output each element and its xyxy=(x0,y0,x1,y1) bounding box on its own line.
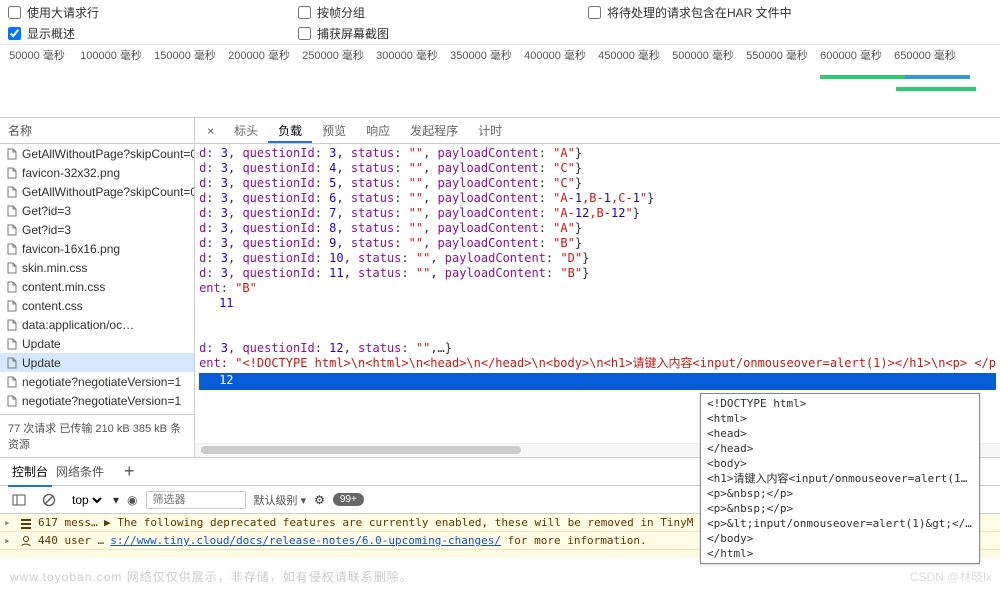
detail-tab[interactable]: 负载 xyxy=(268,121,312,143)
add-tab-icon[interactable]: + xyxy=(124,461,135,482)
drawer-tab[interactable]: 网络条件 xyxy=(52,459,108,485)
console-filter-input[interactable] xyxy=(146,491,246,509)
chk-capture-screens[interactable]: 捕获屏幕截图 xyxy=(298,25,572,42)
request-row[interactable]: negotiate?negotiateVersion=1 xyxy=(0,391,194,410)
chk-big-rows[interactable]: 使用大请求行 xyxy=(8,4,282,21)
request-row[interactable]: favicon-32x32.png xyxy=(0,163,194,182)
chk-include-har[interactable]: 将待处理的请求包含在HAR 文件中 xyxy=(588,4,992,21)
request-list-header: 名称 xyxy=(0,118,194,144)
request-row[interactable]: skin.min.css xyxy=(0,258,194,277)
request-row[interactable]: negotiate?negotiateVersion=1 xyxy=(0,372,194,391)
csdn-credit: CSDN @林晓lx xyxy=(910,568,992,585)
request-list: 名称 GetAllWithoutPage?skipCount=0&maxRfav… xyxy=(0,118,195,457)
settings-icon[interactable]: ⚙ xyxy=(314,493,325,507)
request-row[interactable]: content.css xyxy=(0,296,194,315)
drawer-tab[interactable]: 控制台 xyxy=(8,459,52,487)
request-row[interactable]: Update xyxy=(0,353,194,372)
request-row[interactable]: GetAllWithoutPage?skipCount=0&maxR xyxy=(0,144,194,163)
request-row[interactable]: favicon-16x16.png xyxy=(0,239,194,258)
chk-group-frame[interactable]: 按帧分组 xyxy=(298,4,572,21)
chk-overview[interactable]: 显示概述 xyxy=(8,25,282,42)
close-icon[interactable]: × xyxy=(201,124,220,138)
request-row[interactable]: Get?id=3 xyxy=(0,201,194,220)
detail-tab[interactable]: 发起程序 xyxy=(400,121,468,141)
request-row[interactable]: data:application/oc… xyxy=(0,315,194,334)
request-row[interactable]: GetAllWithoutPage?skipCount=0&maxR xyxy=(0,182,194,201)
hover-tooltip: <!DOCTYPE html><html><head></head><body>… xyxy=(700,393,980,564)
settings-row: 使用大请求行 显示概述 按帧分组 捕获屏幕截图 将待处理的请求包含在HAR 文件… xyxy=(0,0,1000,44)
issues-badge[interactable]: 99+ xyxy=(333,493,364,506)
request-row[interactable]: Get?id=3 xyxy=(0,220,194,239)
expand-icon[interactable]: ▸ xyxy=(4,516,14,529)
request-row[interactable]: content.min.css xyxy=(0,277,194,296)
detail-tab[interactable]: 计时 xyxy=(468,121,512,141)
timeline-overview[interactable]: 50000 毫秒100000 毫秒150000 毫秒200000 毫秒25000… xyxy=(0,44,1000,118)
detail-tabs: × 标头负载预览响应发起程序计时 xyxy=(195,118,1000,144)
clear-console-icon[interactable] xyxy=(38,489,60,511)
request-summary: 77 次请求 已传输 210 kB 385 kB 条资源 xyxy=(0,414,194,457)
sidebar-toggle-icon[interactable] xyxy=(8,489,30,511)
detail-tab[interactable]: 标头 xyxy=(224,121,268,141)
detail-tab[interactable]: 预览 xyxy=(312,121,356,141)
live-expression-icon[interactable]: ◉ xyxy=(127,493,137,507)
detail-tab[interactable]: 响应 xyxy=(356,121,400,141)
expand-icon[interactable]: ▸ xyxy=(4,534,14,547)
context-select[interactable]: top xyxy=(68,492,105,508)
log-level-select[interactable]: 默认级别 ▾ xyxy=(254,492,307,508)
watermark-text: www.toyoban.com 网络仅仅供展示，非存储，如有侵权请联系删除。 xyxy=(10,568,413,585)
request-row[interactable]: Update xyxy=(0,334,194,353)
